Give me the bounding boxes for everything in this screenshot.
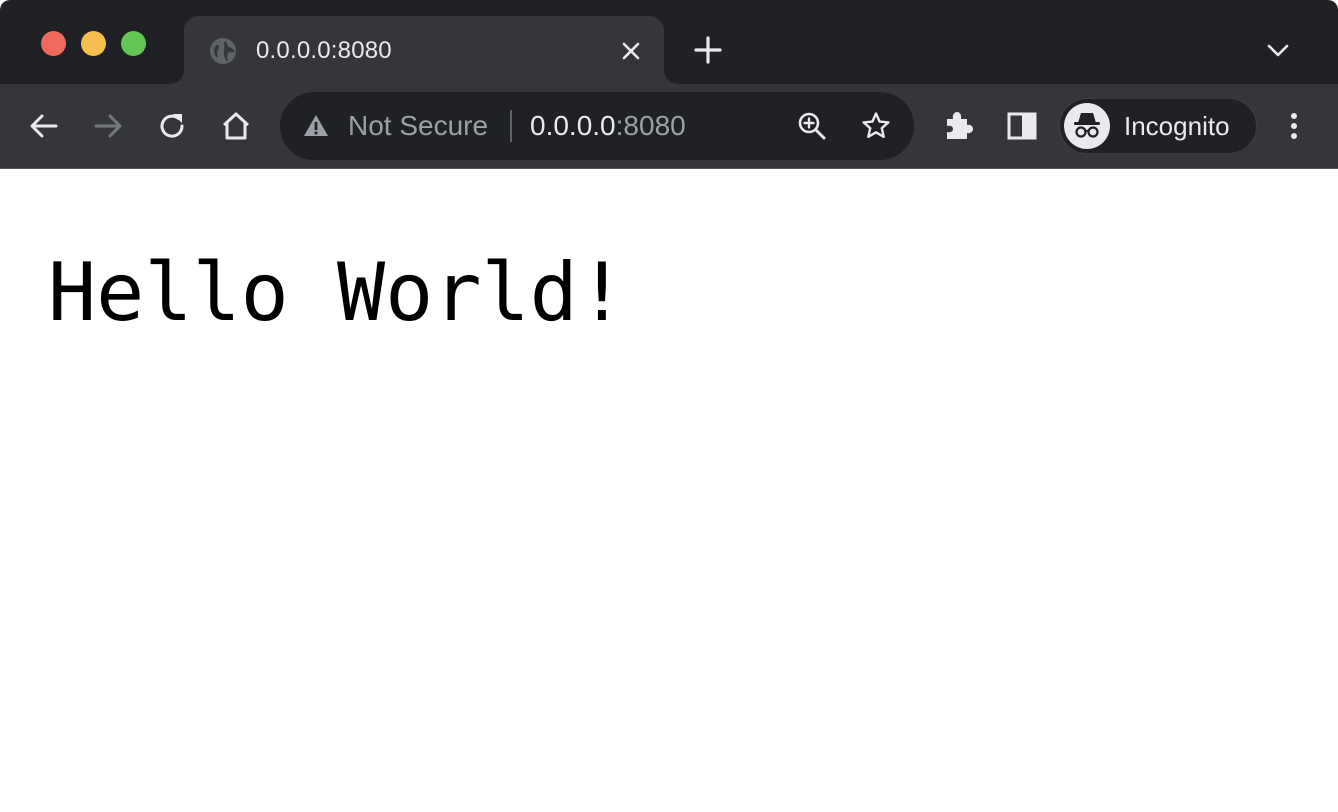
side-panel-icon[interactable] xyxy=(1004,108,1040,144)
omnibox-separator xyxy=(510,110,512,142)
browser-toolbar: Not Secure 0.0.0.0:8080 Incognito xyxy=(0,84,1338,169)
arrow-right-icon[interactable] xyxy=(90,108,126,144)
warning-icon[interactable] xyxy=(302,112,330,140)
tab-title: 0.0.0.0:8080 xyxy=(256,37,392,64)
title-bar: 0.0.0.0:8080 xyxy=(0,0,1338,84)
profile-label: Incognito xyxy=(1124,111,1230,141)
reload-icon[interactable] xyxy=(154,108,190,144)
incognito-icon xyxy=(1074,113,1100,138)
incognito-profile-button[interactable]: Incognito xyxy=(1059,98,1257,154)
zoom-in-icon[interactable] xyxy=(796,110,828,142)
close-tab-icon[interactable] xyxy=(618,38,644,64)
address-bar[interactable]: Not Secure 0.0.0.0:8080 xyxy=(280,92,914,160)
arrow-left-icon[interactable] xyxy=(26,108,62,144)
window-minimize-button[interactable] xyxy=(81,31,106,56)
tab-search-chevron-icon[interactable] xyxy=(1264,36,1292,64)
home-icon[interactable] xyxy=(218,108,254,144)
star-icon[interactable] xyxy=(860,110,892,142)
page-heading: Hello World! xyxy=(48,246,626,339)
window-zoom-button[interactable] xyxy=(121,31,146,56)
url-host: 0.0.0.0 xyxy=(530,110,616,141)
security-status-label[interactable]: Not Secure xyxy=(348,110,488,142)
active-tab[interactable]: 0.0.0.0:8080 xyxy=(184,16,664,84)
page-content: Hello World! xyxy=(0,170,1338,812)
url-port: :8080 xyxy=(615,110,686,141)
url-text[interactable]: 0.0.0.0:8080 xyxy=(530,110,686,142)
globe-icon xyxy=(210,38,236,64)
new-tab-button[interactable] xyxy=(692,34,724,66)
window-close-button[interactable] xyxy=(41,31,66,56)
incognito-avatar xyxy=(1064,103,1110,149)
puzzle-icon[interactable] xyxy=(940,108,976,144)
three-dots-vertical-icon[interactable] xyxy=(1276,108,1312,144)
